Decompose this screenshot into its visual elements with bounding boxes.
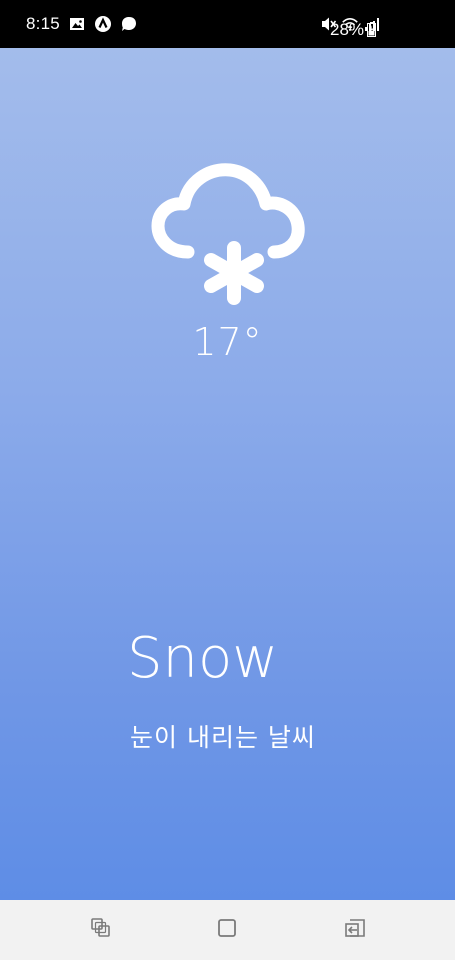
status-time: 8:15 (26, 14, 60, 33)
battery-percent: 28% (330, 20, 365, 39)
status-bar: 8:15 28% (0, 0, 455, 48)
image-icon (68, 15, 86, 33)
home-button[interactable] (212, 915, 242, 945)
cloud-snow-icon (148, 160, 308, 310)
battery-icon (367, 22, 376, 41)
a-badge-icon (94, 15, 112, 33)
back-button[interactable] (340, 915, 370, 945)
chat-icon (120, 15, 138, 33)
condition-title: Snow (127, 626, 279, 691)
home-icon (216, 917, 238, 943)
temperature: 17° (192, 320, 263, 364)
condition-description: 눈이 내리는 날씨 (130, 723, 316, 752)
recent-apps-icon (89, 916, 113, 944)
recent-apps-button[interactable] (86, 915, 116, 945)
status-left: 8:15 (26, 0, 138, 48)
weather-screen: 17° Snow 눈이 내리는 날씨 (0, 48, 455, 900)
back-icon (342, 916, 368, 944)
nav-bar (0, 900, 455, 960)
